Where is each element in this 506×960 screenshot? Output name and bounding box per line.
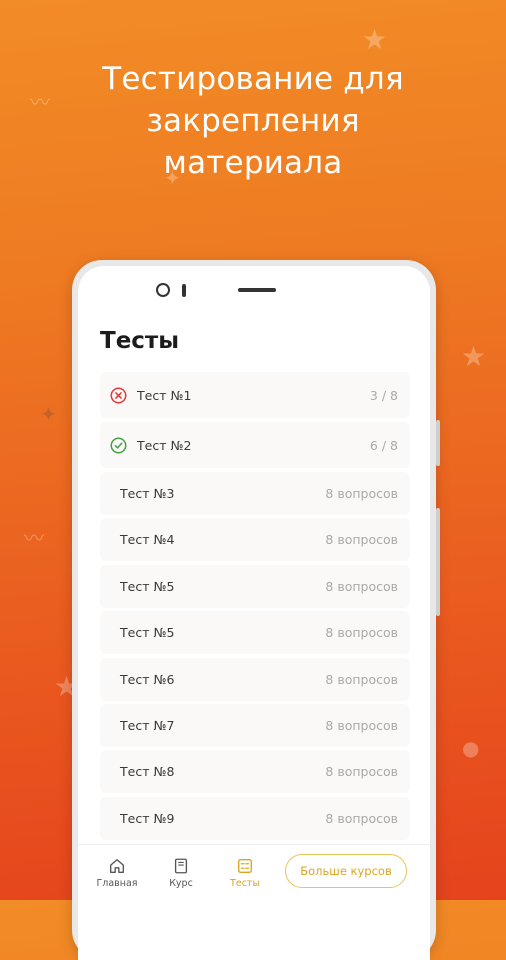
test-question-count: 8 вопросов [325, 810, 398, 826]
test-question-count: 8 вопросов [325, 717, 398, 733]
page-title: Тесты [100, 328, 180, 354]
test-row-10[interactable]: Тест №9 8 вопросов [100, 796, 410, 840]
tab-course[interactable]: Курс [156, 857, 206, 889]
test-name: Тест №8 [120, 764, 175, 780]
tests-icon [238, 859, 252, 873]
test-row-2[interactable]: Тест №2 6 / 8 [100, 422, 410, 468]
test-name: Тест №6 [120, 671, 175, 687]
check-circle-icon [110, 437, 127, 453]
test-name: Тест №5 [120, 578, 175, 594]
test-row-8[interactable]: Тест №7 8 вопросов [100, 703, 410, 747]
test-name: Тест №2 [137, 437, 192, 453]
speaker-grille [238, 288, 276, 292]
cross-circle-icon [110, 387, 127, 403]
test-name: Тест №4 [120, 532, 175, 548]
test-row-6[interactable]: Тест №5 8 вопросов [100, 611, 410, 655]
test-name: Тест №1 [137, 387, 192, 403]
test-row-5[interactable]: Тест №5 8 вопросов [100, 564, 410, 608]
test-question-count: 8 вопросов [325, 671, 398, 687]
test-question-count: 8 вопросов [325, 764, 398, 780]
test-name: Тест №9 [120, 810, 175, 826]
test-question-count: 8 вопросов [325, 578, 398, 594]
tab-tests-label: Тесты [230, 878, 260, 889]
phone-frame: Тесты Тест №1 3 / 8 Тест №2 6 / 8 Тест №… [72, 260, 440, 960]
test-name: Тест №3 [120, 486, 175, 501]
test-row-1[interactable]: Тест №1 3 / 8 [100, 372, 410, 418]
star-decoration-icon: ★ [362, 23, 388, 56]
more-courses-button[interactable]: Больше курсов [285, 854, 407, 888]
test-row-9[interactable]: Тест №8 8 вопросов [100, 750, 410, 794]
headline-line: закрепления [146, 103, 360, 139]
tab-tests[interactable]: Тесты [220, 857, 270, 889]
test-row-3[interactable]: Тест №3 8 вопросов [100, 472, 410, 515]
headline-line: Тестирование для [102, 61, 404, 97]
camera-icon [156, 283, 170, 297]
promo-headline: Тестирование для закрепления материала [0, 58, 506, 184]
test-score: 3 / 8 [369, 387, 398, 403]
phone-side-button [436, 420, 440, 466]
phone-screen: Тесты Тест №1 3 / 8 Тест №2 6 / 8 Тест №… [78, 266, 430, 960]
dot-decoration-icon: ● [462, 736, 480, 760]
book-icon [174, 858, 188, 874]
bottom-tab-bar: Главная Курс Тесты Больше курсов [78, 844, 430, 905]
sensor-icon [182, 284, 186, 297]
home-icon [110, 859, 124, 873]
test-question-count: 8 вопросов [325, 532, 398, 548]
squiggle-decoration-icon: 〰 [24, 526, 44, 550]
star-decoration-icon: ★ [461, 340, 487, 373]
test-name: Тест №5 [120, 625, 175, 641]
phone-side-button [436, 508, 440, 616]
tests-list: Тест №1 3 / 8 Тест №2 6 / 8 Тест №3 8 во… [100, 372, 410, 843]
tab-course-label: Курс [169, 878, 193, 889]
tab-home[interactable]: Главная [92, 857, 142, 889]
sparkle-decoration-icon: ✦ [40, 402, 57, 426]
test-name: Тест №7 [120, 717, 175, 733]
headline-line: материала [163, 145, 343, 181]
test-row-7[interactable]: Тест №6 8 вопросов [100, 657, 410, 701]
test-question-count: 8 вопросов [325, 625, 398, 641]
tab-home-label: Главная [96, 878, 138, 889]
test-row-4[interactable]: Тест №4 8 вопросов [100, 518, 410, 562]
test-score: 6 / 8 [369, 437, 398, 453]
test-question-count: 8 вопросов [325, 486, 398, 501]
